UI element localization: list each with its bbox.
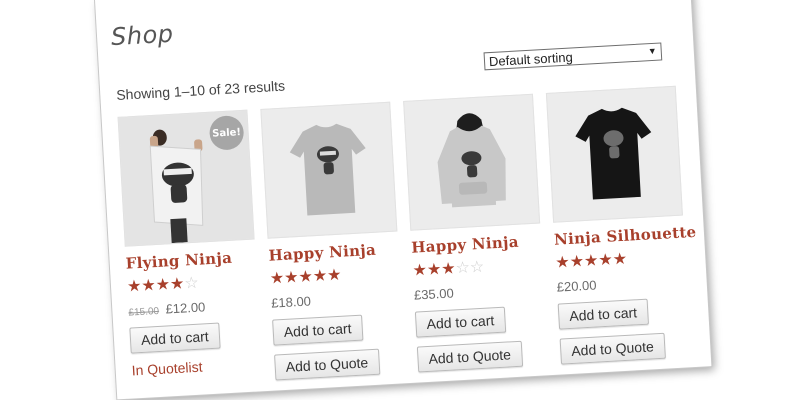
hoodie-icon (404, 94, 540, 230)
star-filled-icon: ★ (169, 273, 185, 294)
add-to-quote-button[interactable]: Add to Quote (559, 332, 666, 365)
sale-price: £12.00 (165, 299, 206, 317)
star-empty-icon: ☆ (469, 256, 485, 277)
star-rating: ★★★☆☆ (412, 255, 543, 280)
star-filled-icon: ★ (440, 258, 457, 279)
star-rating: ★★★★★ (269, 263, 400, 288)
star-filled-icon: ★ (297, 266, 314, 287)
star-filled-icon: ★ (426, 259, 442, 279)
product-image[interactable] (545, 85, 683, 223)
add-to-cart-button[interactable]: Add to cart (557, 298, 649, 330)
sorting-selected-value: Default sorting (488, 49, 574, 70)
product-price: £15.00 £12.00 (128, 296, 259, 318)
tshirt-black-icon (546, 86, 682, 222)
product-price: £18.00 (271, 288, 402, 310)
star-filled-icon: ★ (583, 250, 599, 271)
product-name[interactable]: Happy Ninja (411, 231, 542, 257)
sorting-select[interactable]: Default sorting ▼ (483, 42, 663, 71)
tshirt-grey-icon (261, 102, 397, 238)
result-count: Showing 1–10 of 23 results (115, 77, 286, 103)
star-filled-icon: ★ (155, 274, 171, 295)
star-empty-icon: ☆ (183, 272, 200, 293)
add-to-cart-button[interactable]: Add to cart (272, 314, 364, 346)
shop-panel: Shop Showing 1–10 of 23 results Default … (95, 0, 712, 400)
product-image[interactable]: Sale! (117, 109, 255, 247)
product-name[interactable]: Flying Ninja (125, 247, 256, 273)
add-to-quote-button[interactable]: Add to Quote (274, 348, 380, 381)
page-title: Shop (110, 19, 175, 52)
star-filled-icon: ★ (612, 248, 628, 269)
star-filled-icon: ★ (283, 267, 299, 287)
star-filled-icon: ★ (126, 275, 142, 296)
product-card: Happy Ninja ★★★★★ £18.00 Add to cart Add… (260, 101, 405, 381)
product-card: Sale! Flying Ninja ★★★★☆ £15.00 £12.00 A… (117, 109, 262, 379)
star-rating: ★★★★★ (554, 247, 686, 272)
price: £18.00 (270, 293, 312, 311)
star-filled-icon: ★ (312, 265, 328, 286)
product-name[interactable]: Ninja Silhouette (554, 223, 697, 249)
price: £35.00 (413, 285, 455, 303)
add-to-cart-button[interactable]: Add to cart (129, 322, 221, 354)
product-image[interactable] (260, 101, 398, 239)
star-empty-icon: ☆ (455, 257, 471, 278)
star-rating: ★★★★☆ (126, 271, 258, 296)
add-to-cart-button[interactable]: Add to cart (414, 306, 506, 338)
in-quotelist-link[interactable]: In Quotelist (131, 355, 262, 379)
product-price: £35.00 (414, 280, 545, 302)
star-filled-icon: ★ (412, 259, 428, 280)
old-price: £15.00 (128, 305, 160, 319)
product-name[interactable]: Happy Ninja (268, 239, 399, 265)
product-card: Ninja Silhouette ★★★★★ £20.00 Add to car… (545, 85, 697, 365)
star-filled-icon: ★ (597, 249, 614, 270)
star-filled-icon: ★ (569, 251, 585, 271)
star-filled-icon: ★ (140, 275, 157, 295)
product-price: £20.00 (556, 272, 687, 294)
star-filled-icon: ★ (326, 264, 342, 285)
product-card: Happy Ninja ★★★☆☆ £35.00 Add to cart Add… (403, 93, 548, 373)
star-filled-icon: ★ (269, 267, 285, 288)
star-filled-icon: ★ (554, 251, 571, 272)
dropdown-arrow-icon: ▼ (647, 45, 657, 57)
product-image[interactable] (403, 93, 541, 231)
add-to-quote-button[interactable]: Add to Quote (416, 340, 523, 373)
price: £20.00 (556, 277, 597, 295)
